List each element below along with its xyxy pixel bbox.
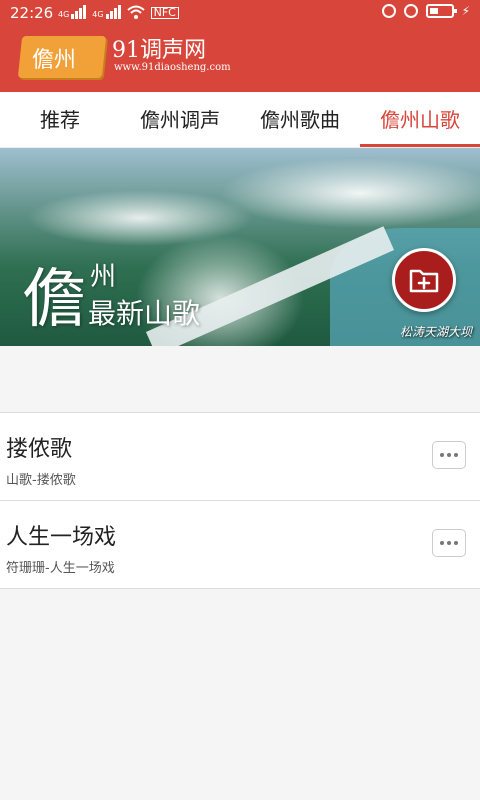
add-to-folder-button[interactable] [392,248,456,312]
song-title: 人生一场戏 [6,525,117,550]
more-dot-icon [440,541,444,545]
tab-danzhou-songs[interactable]: 儋州歌曲 [240,92,360,147]
list-item[interactable]: 人生一场戏 符珊珊-人生一场戏 [0,501,480,589]
more-dot-icon [440,453,444,457]
lock-rotation-icon [381,4,396,18]
wifi-icon [126,5,145,19]
banner-subtitle-2: 最新山歌 [88,297,201,330]
more-options-button[interactable] [432,441,466,469]
folder-add-icon [409,269,439,293]
app-logo[interactable]: 儋州 91调声网 www.91diaosheng.com [17,32,231,82]
banner-subtitle-1: 州 [90,262,117,292]
list-item[interactable]: 搂侬歌 山歌-搂侬歌 [0,413,480,501]
logo-badge: 儋州 [17,36,107,78]
more-dot-icon [454,541,458,545]
alarm-icon [403,4,418,18]
song-list: 搂侬歌 山歌-搂侬歌 人生一场戏 符珊珊-人生一场戏 [0,412,480,589]
status-time: 22:26 [10,4,54,22]
more-dot-icon [447,453,451,457]
banner-image[interactable]: 儋 州 最新山歌 松涛天湖大坝 [0,148,480,346]
status-bar: 22:26 4G 4G NFC ⚡ [0,0,480,26]
status-right: ⚡ [381,4,470,18]
charging-icon: ⚡ [461,4,470,18]
logo-title: 91调声网 [112,38,206,63]
tab-danzhou-folk-songs[interactable]: 儋州山歌 [360,92,480,147]
logo-url: www.91diaosheng.com [114,62,231,73]
banner-caption: 松涛天湖大坝 [399,325,472,339]
nfc-icon: NFC [150,7,179,19]
battery-icon [425,4,457,18]
more-dot-icon [447,541,451,545]
app-header: 22:26 4G 4G NFC ⚡ 儋州 91调声网 www.91diaoshe… [0,0,480,92]
song-subtitle: 山歌-搂侬歌 [6,473,76,488]
song-title: 搂侬歌 [6,437,73,462]
more-options-button[interactable] [432,529,466,557]
song-subtitle: 符珊珊-人生一场戏 [6,561,115,576]
signal-icon: 4G [58,5,87,19]
more-dot-icon [454,453,458,457]
category-tabs: 推荐 儋州调声 儋州歌曲 儋州山歌 [0,92,480,148]
tab-recommend[interactable]: 推荐 [0,92,120,147]
banner-big-char: 儋 [22,263,86,337]
signal-indicators: 4G 4G NFC [58,5,180,19]
signal-icon: 4G [92,5,121,19]
tab-danzhou-diaosheng[interactable]: 儋州调声 [120,92,240,147]
